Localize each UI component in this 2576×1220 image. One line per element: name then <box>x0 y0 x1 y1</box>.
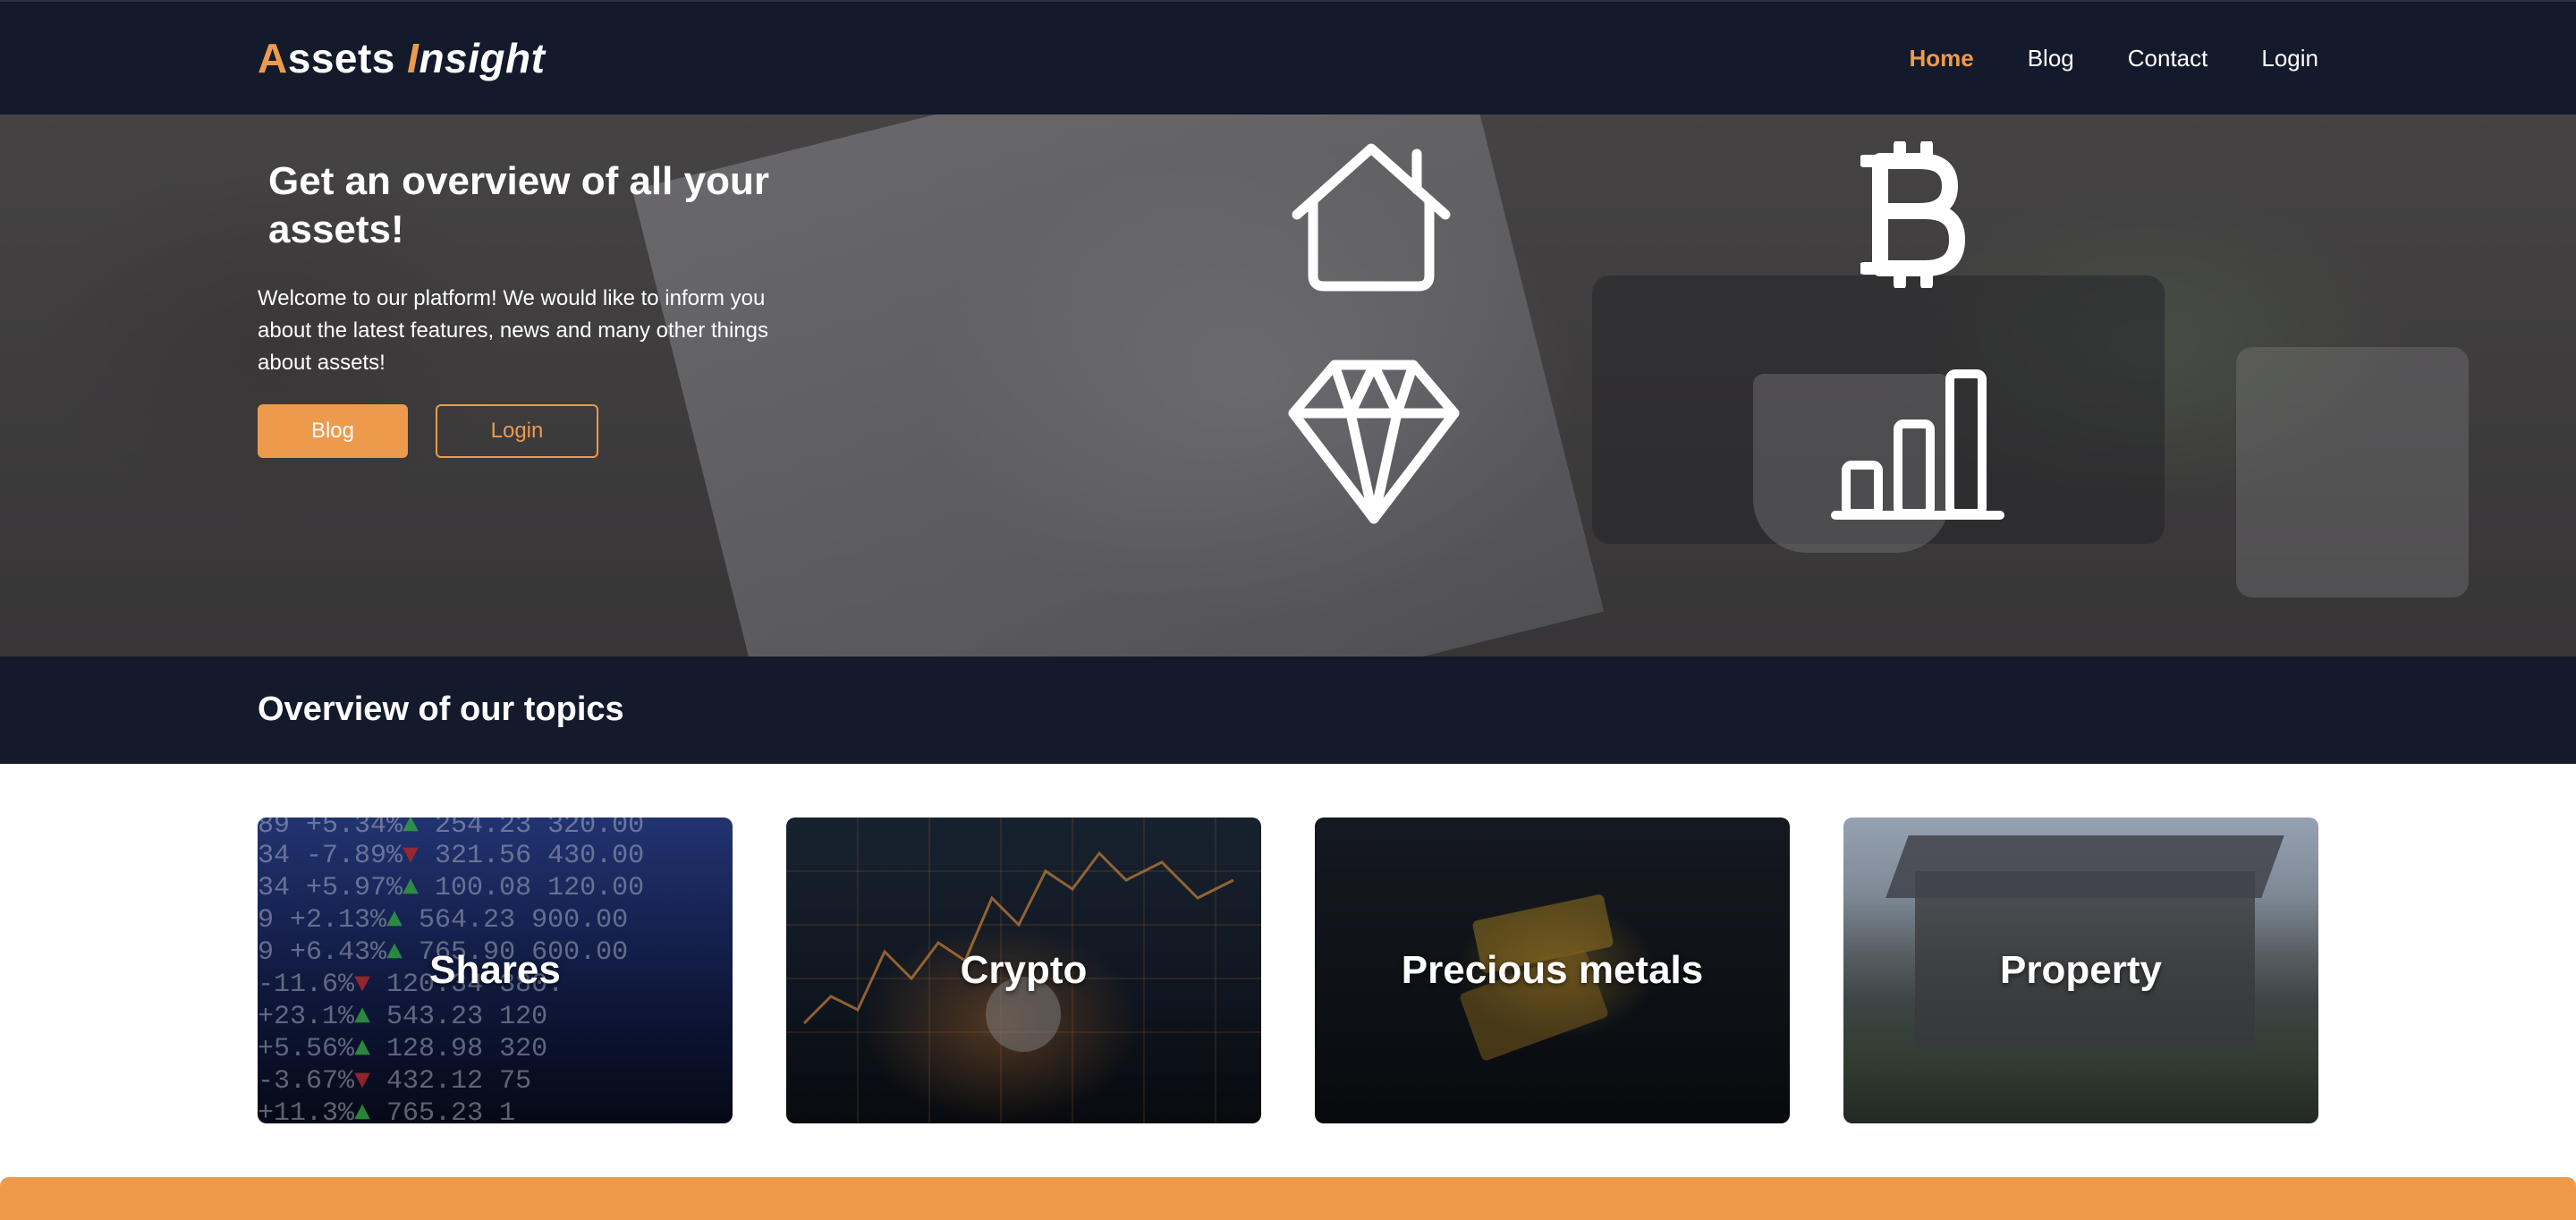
bitcoin-icon <box>1860 141 1968 288</box>
topic-cards: 89 +5.34%▲ 254.23 320.00 34 -7.89%▼ 321.… <box>258 818 2318 1123</box>
bar-chart-icon <box>1830 367 2005 522</box>
brand-logo[interactable]: Assets Insight <box>258 34 545 82</box>
hero-section: Get an overview of all your assets! Welc… <box>0 114 2576 657</box>
main-nav: Home Blog Contact Login <box>1909 45 2318 72</box>
next-section-band <box>0 1177 2576 1220</box>
hero-title: Get an overview of all your assets! <box>268 159 769 251</box>
hero-blog-button[interactable]: Blog <box>258 404 408 458</box>
brand-word-insight: nsight <box>419 35 546 81</box>
topics-title: Overview of our topics <box>258 690 624 728</box>
card-crypto[interactable]: Crypto <box>786 818 1261 1123</box>
nav-blog-link[interactable]: Blog <box>2028 45 2074 72</box>
nav-contact-link[interactable]: Contact <box>2128 45 2208 72</box>
card-property[interactable]: Property <box>1843 818 2318 1123</box>
card-metals-label: Precious metals <box>1401 948 1704 992</box>
diamond-icon <box>1286 358 1462 526</box>
house-icon <box>1288 141 1454 295</box>
page: Assets Insight Home Blog Contact Login G… <box>0 0 2576 1220</box>
hero-text: Welcome to our platform! We would like t… <box>258 286 769 375</box>
card-precious-metals[interactable]: Precious metals <box>1315 818 1790 1123</box>
brand-word-assets: ssets <box>287 35 408 81</box>
card-crypto-label: Crypto <box>960 948 1088 992</box>
topics-header: Overview of our topics <box>0 657 2576 764</box>
card-shares-label: Shares <box>429 948 561 992</box>
nav-home-link[interactable]: Home <box>1909 45 1973 72</box>
nav-login-link[interactable]: Login <box>2261 45 2318 72</box>
hero-login-button[interactable]: Login <box>436 404 598 458</box>
card-shares[interactable]: 89 +5.34%▲ 254.23 320.00 34 -7.89%▼ 321.… <box>258 818 733 1123</box>
brand-letter-a: A <box>258 35 288 81</box>
card-property-label: Property <box>2000 948 2162 992</box>
navbar: Assets Insight Home Blog Contact Login <box>0 0 2576 114</box>
brand-letter-i: I <box>407 35 419 81</box>
